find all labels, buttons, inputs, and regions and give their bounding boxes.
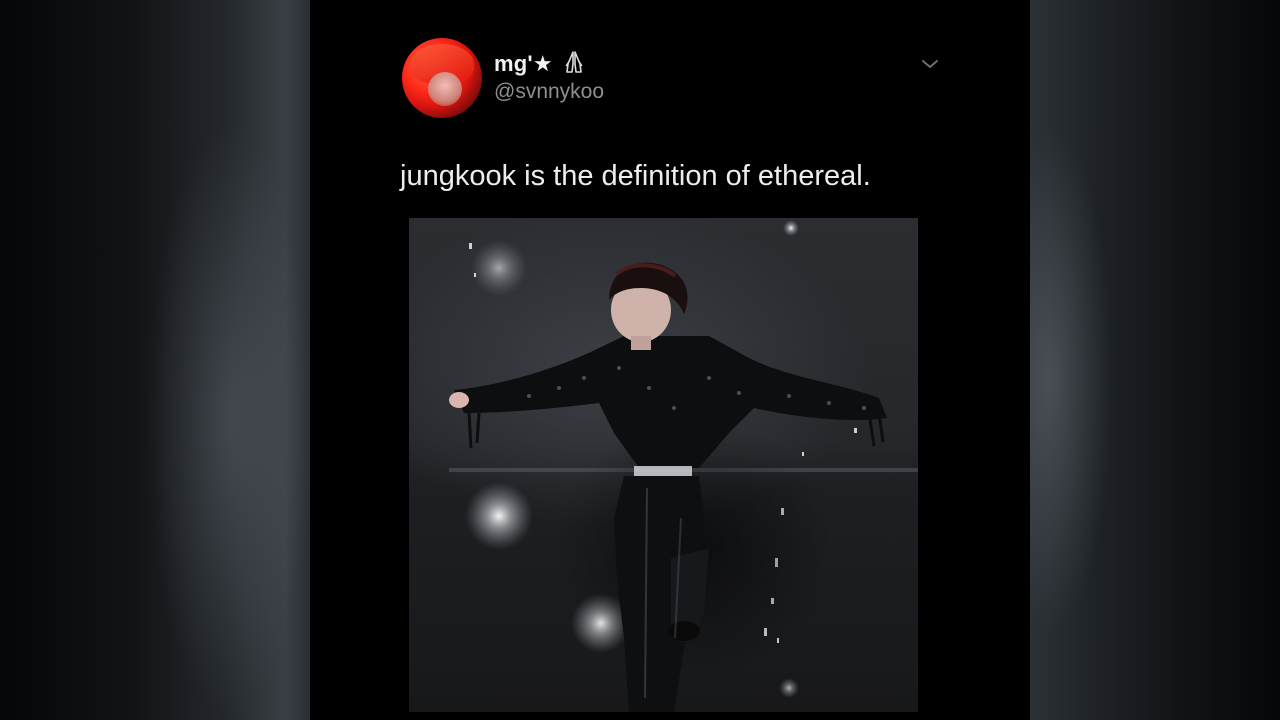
tweet-photo[interactable]: [409, 218, 918, 712]
video-frame: mg'★ @svnnykoo jungkook is the definitio…: [0, 0, 1280, 720]
photo-illustration: [449, 220, 918, 712]
display-name[interactable]: mg'★: [494, 50, 587, 77]
tweet-card: mg'★ @svnnykoo jungkook is the definitio…: [310, 0, 1030, 720]
display-name-text: mg'★: [494, 51, 553, 76]
profile-avatar[interactable]: [402, 38, 482, 118]
folded-hands-emoji-icon: [565, 51, 583, 73]
blurred-background-left: [0, 0, 310, 720]
blurred-background-right: [1030, 0, 1280, 720]
chevron-down-icon[interactable]: [920, 56, 940, 72]
handle[interactable]: @svnnykoo: [494, 80, 604, 104]
tweet-text: jungkook is the definition of ethereal.: [400, 160, 871, 192]
avatar-face: [428, 72, 462, 106]
